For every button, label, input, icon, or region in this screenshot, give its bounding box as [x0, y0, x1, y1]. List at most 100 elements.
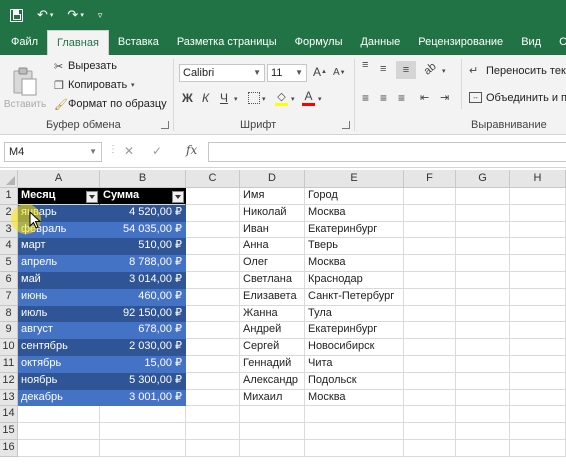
cell[interactable]: [240, 406, 305, 424]
month-cell[interactable]: декабрь: [18, 389, 100, 407]
cell[interactable]: [240, 423, 305, 440]
cell[interactable]: [404, 255, 456, 272]
cell[interactable]: [305, 440, 404, 457]
amount-cell[interactable]: 678,00 ₽: [100, 322, 186, 340]
amount-cell[interactable]: 3 001,00 ₽: [100, 389, 186, 407]
name-cell[interactable]: Елизавета: [240, 288, 305, 306]
cell[interactable]: [404, 406, 456, 424]
cancel-icon[interactable]: ✕: [124, 144, 134, 158]
cell[interactable]: [456, 423, 510, 440]
cell[interactable]: [186, 221, 240, 239]
increase-indent-icon[interactable]: ⇥: [440, 91, 449, 104]
cell[interactable]: [18, 423, 100, 440]
fill-color-dropdown-icon[interactable]: ▾: [291, 95, 295, 103]
cell[interactable]: [186, 372, 240, 390]
month-cell[interactable]: апрель: [18, 255, 100, 272]
align-left-icon[interactable]: ≡: [362, 91, 369, 105]
name-cell[interactable]: Олег: [240, 255, 305, 272]
paste-button[interactable]: Вставить: [4, 61, 46, 115]
bold-button[interactable]: Ж: [182, 91, 193, 105]
cell[interactable]: [456, 272, 510, 289]
wrap-text-icon[interactable]: ↵: [469, 64, 478, 77]
row-header-8[interactable]: 8: [0, 305, 18, 323]
cell[interactable]: [186, 356, 240, 373]
city-cell[interactable]: Москва: [305, 255, 404, 272]
cell[interactable]: [186, 389, 240, 407]
copy-icon[interactable]: ❐: [54, 79, 64, 92]
cell[interactable]: [456, 389, 510, 407]
cell[interactable]: [186, 288, 240, 306]
select-all-button[interactable]: [0, 170, 18, 188]
cell[interactable]: [404, 440, 456, 457]
orientation-dropdown-icon[interactable]: ▾: [442, 67, 446, 75]
cell[interactable]: [186, 204, 240, 222]
cell[interactable]: [510, 339, 566, 356]
italic-button[interactable]: К: [202, 91, 209, 105]
column-header-F[interactable]: F: [404, 170, 456, 188]
cell[interactable]: [510, 305, 566, 323]
cell[interactable]: [456, 188, 510, 205]
formula-input[interactable]: [208, 142, 566, 162]
city-cell[interactable]: Краснодар: [305, 272, 404, 289]
cell[interactable]: [456, 305, 510, 323]
amount-cell[interactable]: 3 014,00 ₽: [100, 272, 186, 289]
font-name-combo[interactable]: Calibri ▼: [179, 64, 265, 82]
amount-cell[interactable]: 54 035,00 ₽: [100, 221, 186, 239]
cell[interactable]: [456, 440, 510, 457]
cell[interactable]: [510, 221, 566, 239]
font-launcher-icon[interactable]: [342, 121, 350, 129]
borders-dropdown-icon[interactable]: ▾: [262, 95, 266, 103]
month-cell[interactable]: октябрь: [18, 356, 100, 373]
align-top-icon[interactable]: ≡: [362, 60, 368, 71]
filter-dropdown-icon[interactable]: [172, 190, 184, 203]
insert-function-icon[interactable]: fx: [186, 143, 197, 157]
cell[interactable]: [510, 440, 566, 457]
enter-icon[interactable]: ✓: [152, 144, 162, 158]
name-box[interactable]: M4 ▼: [4, 142, 102, 162]
cell[interactable]: [456, 288, 510, 306]
cell[interactable]: [456, 322, 510, 340]
format-painter-icon[interactable]: 🖌: [54, 98, 68, 111]
cell[interactable]: [100, 440, 186, 457]
row-header-9[interactable]: 9: [0, 322, 18, 340]
name-cell[interactable]: Михаил: [240, 389, 305, 407]
align-center-icon[interactable]: ≡: [380, 91, 387, 105]
name-cell[interactable]: Геннадий: [240, 356, 305, 373]
underline-dropdown-icon[interactable]: ▾: [234, 95, 238, 103]
tab-6[interactable]: Рецензирование: [409, 30, 512, 55]
cell[interactable]: [186, 255, 240, 272]
city-cell[interactable]: Тверь: [305, 238, 404, 256]
amount-cell[interactable]: 15,00 ₽: [100, 356, 186, 373]
cell[interactable]: [456, 204, 510, 222]
row-header-10[interactable]: 10: [0, 339, 18, 356]
city-cell[interactable]: Санкт-Петербург: [305, 288, 404, 306]
borders-icon[interactable]: [248, 92, 260, 104]
align-right-icon[interactable]: ≡: [398, 91, 405, 105]
row-header-5[interactable]: 5: [0, 255, 18, 272]
name-cell[interactable]: Анна: [240, 238, 305, 256]
tab-7[interactable]: Вид: [512, 30, 550, 55]
tab-2[interactable]: Вставка: [109, 30, 168, 55]
cut-icon[interactable]: ✂: [54, 60, 63, 73]
align-middle-icon[interactable]: ≡: [380, 63, 386, 75]
amount-cell[interactable]: 2 030,00 ₽: [100, 339, 186, 356]
cell[interactable]: [240, 440, 305, 457]
cell[interactable]: [404, 221, 456, 239]
cell[interactable]: [510, 406, 566, 424]
cell[interactable]: [186, 305, 240, 323]
cell[interactable]: [186, 339, 240, 356]
tab-3[interactable]: Разметка страницы: [168, 30, 286, 55]
city-cell[interactable]: Новосибирск: [305, 339, 404, 356]
cell[interactable]: [404, 238, 456, 256]
save-icon[interactable]: [10, 8, 23, 22]
row-header-4[interactable]: 4: [0, 238, 18, 256]
month-cell[interactable]: июнь: [18, 288, 100, 306]
name-cell[interactable]: Светлана: [240, 272, 305, 289]
cell[interactable]: [404, 339, 456, 356]
column-header-H[interactable]: H: [510, 170, 566, 188]
month-cell[interactable]: август: [18, 322, 100, 340]
tab-5[interactable]: Данные: [351, 30, 409, 55]
cell[interactable]: [186, 188, 240, 205]
cell[interactable]: [510, 204, 566, 222]
cell[interactable]: [456, 372, 510, 390]
